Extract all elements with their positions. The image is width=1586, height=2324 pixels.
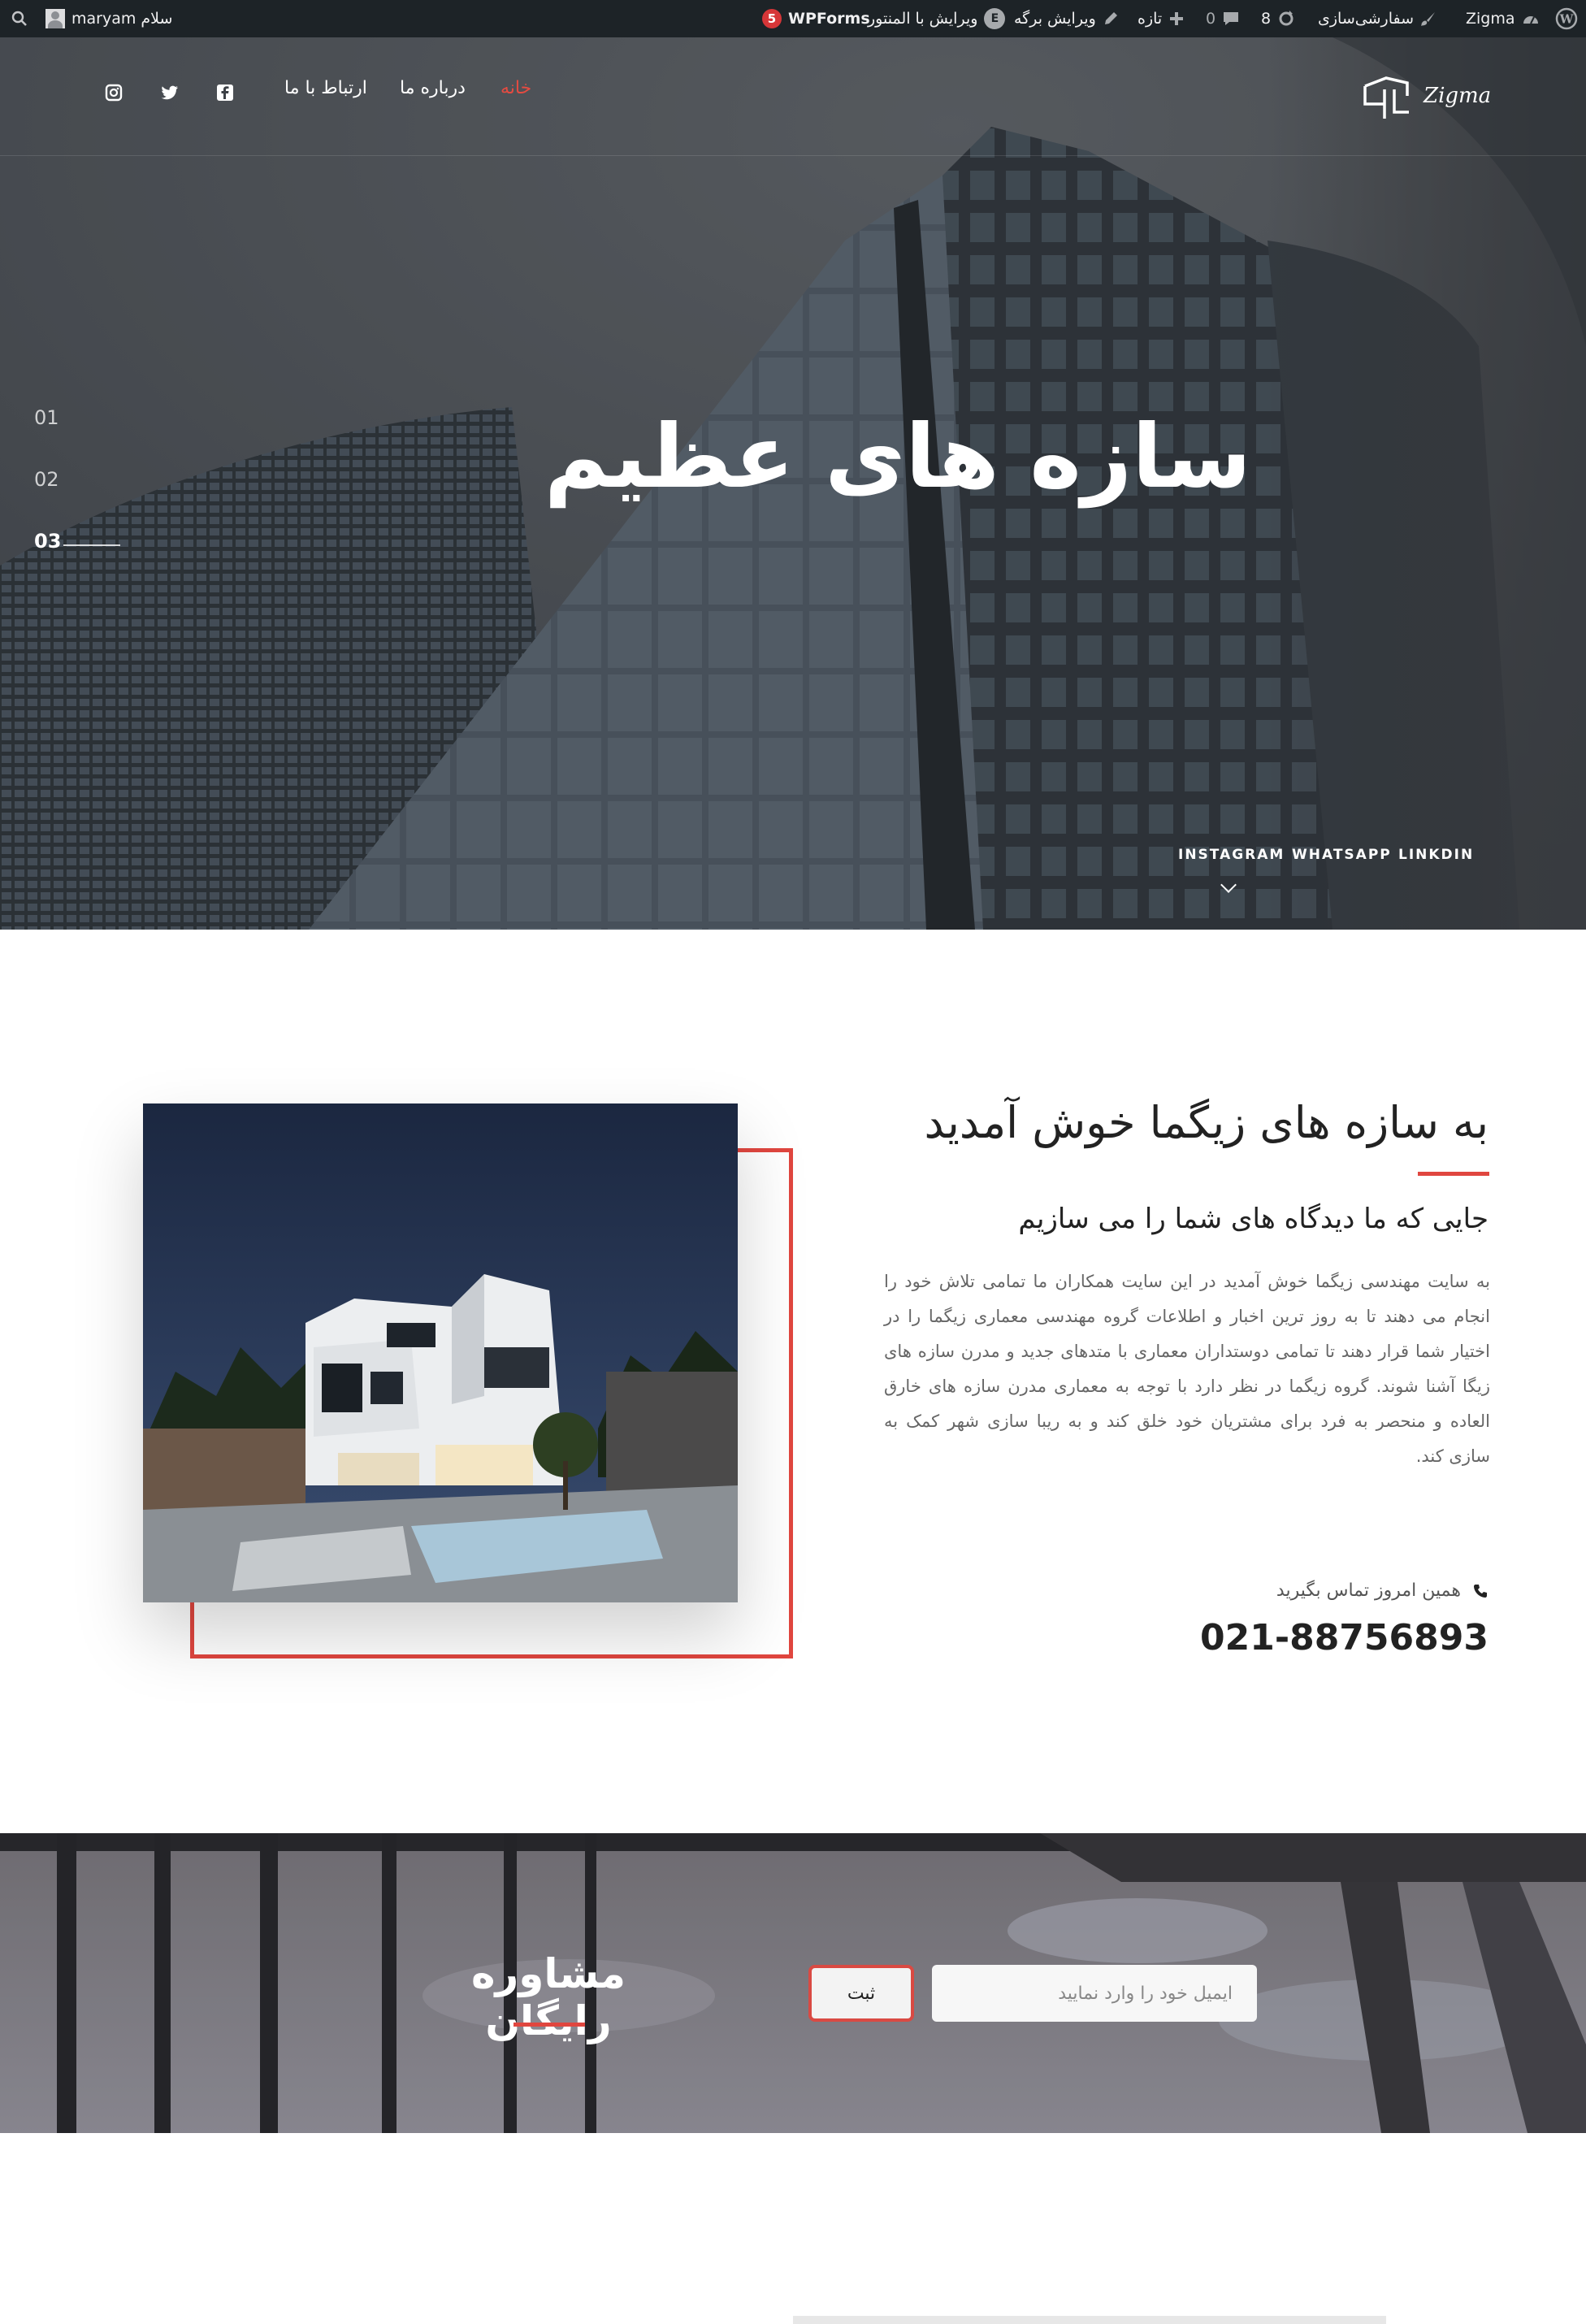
edit-elementor-label: ویرایش با المنتور — [868, 10, 978, 28]
logo-icon — [1363, 76, 1409, 119]
hero-social-linkdin[interactable]: LINKDIN — [1398, 847, 1474, 863]
phone-icon — [1474, 1584, 1487, 1598]
admin-edit-page[interactable]: ویرایش برگه — [1014, 0, 1119, 37]
submit-button[interactable]: ثبت — [808, 1965, 914, 2022]
admin-site-name[interactable]: Zigma — [1466, 0, 1540, 37]
plus-icon — [1170, 12, 1184, 25]
admin-updates[interactable]: 8 — [1261, 0, 1295, 37]
wpforms-count-badge: 5 — [762, 9, 782, 28]
consult-title: مشاوره رایگان — [471, 1950, 626, 2044]
admin-bar: سلام maryam 5 WPForms ویرایش با المنتور … — [0, 0, 1586, 37]
admin-new[interactable]: تازه — [1138, 0, 1185, 37]
call-label-text: همین امروز تماس بگیرید — [1276, 1580, 1461, 1601]
nav-home[interactable]: خانه — [500, 78, 531, 98]
slide-indicator-2[interactable]: 02 — [34, 468, 59, 491]
hero-social-whatsapp[interactable]: WHATSAPP — [1292, 847, 1392, 863]
call-label: همین امروز تماس بگیرید — [1276, 1580, 1488, 1601]
svg-text:W: W — [1559, 12, 1575, 27]
instagram-icon[interactable] — [104, 83, 124, 102]
avatar — [46, 9, 65, 28]
pencil-icon — [1104, 12, 1117, 24]
wordpress-icon: W — [1555, 7, 1578, 30]
site-logo[interactable]: Zigma — [1358, 72, 1491, 120]
site-name-label: Zigma — [1466, 10, 1515, 28]
admin-account[interactable]: سلام maryam — [46, 0, 172, 37]
welcome-title: به سازه های زیگما خوش آمدید — [924, 1097, 1488, 1148]
email-input[interactable] — [932, 1965, 1257, 2022]
hero-social-instagram[interactable]: INSTAGRAM — [1178, 847, 1285, 863]
nav-divider — [0, 155, 1586, 156]
welcome-subtitle: جایی که ما دیدگاه های شما را می سازیم — [1018, 1203, 1488, 1235]
facebook-icon[interactable] — [215, 83, 235, 102]
admin-customize[interactable]: سفارشی‌سازی — [1318, 0, 1436, 37]
next-section-image-edge — [793, 2316, 1386, 2324]
elementor-icon: E — [984, 8, 1006, 29]
admin-search[interactable] — [11, 0, 28, 37]
logo-text: Zigma — [1424, 84, 1492, 108]
slide-indicator-3[interactable]: 03 — [34, 530, 61, 553]
twitter-icon[interactable] — [160, 83, 180, 102]
dashboard-icon — [1523, 16, 1538, 24]
edit-page-label: ویرایش برگه — [1014, 10, 1096, 28]
welcome-title-underline — [1418, 1172, 1489, 1176]
nav-contact[interactable]: ارتباط با ما — [284, 78, 367, 98]
phone-number[interactable]: 021-88756893 — [1200, 1617, 1488, 1658]
refresh-icon — [1279, 11, 1294, 26]
admin-wp-logo[interactable]: W — [1555, 0, 1578, 37]
comment-icon — [1224, 12, 1239, 25]
new-label: تازه — [1138, 10, 1163, 28]
welcome-body: به سایت مهندسی زیگما خوش آمدید در این سا… — [884, 1272, 1490, 1466]
active-slide-line — [63, 544, 120, 546]
admin-wpforms[interactable]: 5 WPForms — [762, 0, 870, 37]
comments-count: 0 — [1206, 10, 1216, 28]
search-icon — [11, 11, 27, 26]
admin-greeting: سلام maryam — [72, 10, 173, 28]
admin-comments[interactable]: 0 — [1206, 0, 1240, 37]
hero-section: Zigma خانه درباره ما ارتباط با ما سازه ه… — [0, 37, 1586, 930]
nav-about[interactable]: درباره ما — [400, 78, 466, 98]
updates-count: 8 — [1261, 10, 1272, 28]
house-image — [143, 1103, 738, 1602]
admin-edit-elementor[interactable]: ویرایش با المنتور E — [868, 0, 1006, 37]
brush-icon — [1421, 12, 1436, 26]
customize-label: سفارشی‌سازی — [1318, 10, 1415, 28]
consult-background-image — [0, 1833, 1586, 2133]
consultation-section — [0, 1833, 1586, 2133]
hero-title: سازه های عظیم — [544, 406, 1251, 508]
wpforms-label: WPForms — [788, 10, 870, 28]
slide-indicator-1[interactable]: 01 — [34, 406, 59, 429]
consult-title-underline — [514, 2023, 585, 2027]
